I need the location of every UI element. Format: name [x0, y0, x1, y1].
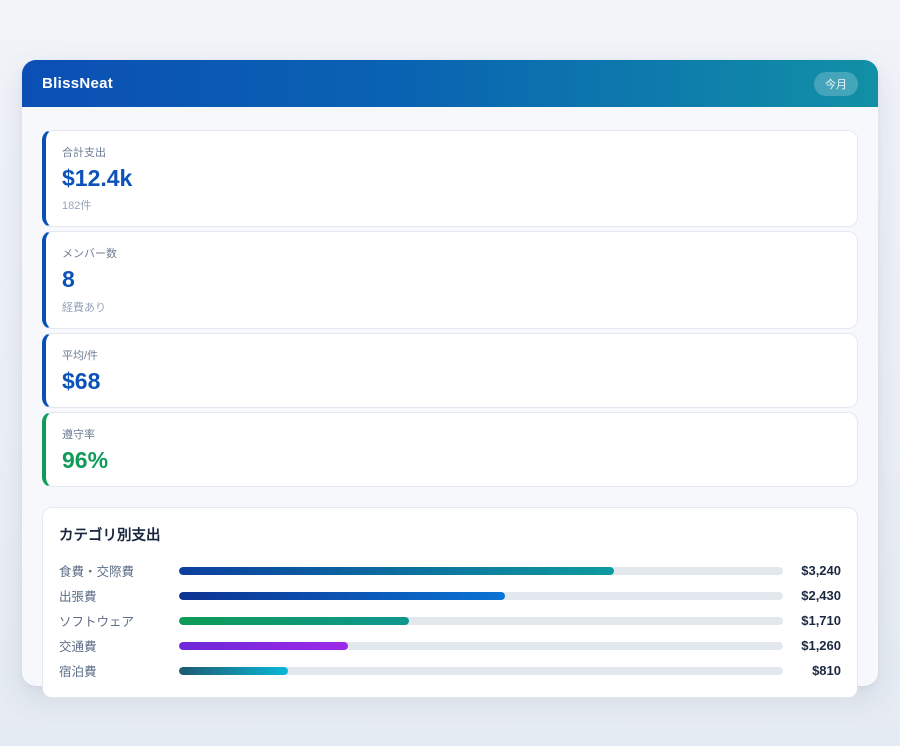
category-bar-fill	[179, 667, 288, 675]
stat-value: 8	[62, 267, 841, 292]
stat-card-compliance-rate: 遵守率 96%	[42, 412, 858, 487]
dashboard-container: BlissNeat 今月 合計支出 $12.4k 182件 メンバー数 8 経費…	[22, 60, 878, 686]
category-row: ソフトウェア $1,710	[59, 608, 841, 633]
stat-sub: 182件	[62, 197, 841, 213]
category-value: $810	[783, 663, 841, 678]
category-bar-track	[179, 667, 783, 675]
category-value: $2,430	[783, 588, 841, 603]
category-bar-fill	[179, 642, 348, 650]
category-value: $3,240	[783, 563, 841, 578]
category-row: 食費・交際費 $3,240	[59, 558, 841, 583]
stat-card-average-per-item: 平均/件 $68	[42, 333, 858, 408]
stat-label: 遵守率	[62, 426, 841, 442]
category-bar-fill	[179, 567, 614, 575]
category-label: 出張費	[59, 586, 179, 605]
category-bar-track	[179, 617, 783, 625]
stat-sub: 経費あり	[62, 299, 841, 315]
dashboard-content: 合計支出 $12.4k 182件 メンバー数 8 経費あり 平均/件 $68 遵…	[22, 107, 878, 698]
category-bar-fill	[179, 592, 505, 600]
category-bar-track	[179, 642, 783, 650]
stat-label: 平均/件	[62, 347, 841, 363]
stat-value: 96%	[62, 448, 841, 473]
category-bar-track	[179, 567, 783, 575]
category-bar-track	[179, 592, 783, 600]
category-label: 食費・交際費	[59, 561, 179, 580]
stat-label: 合計支出	[62, 144, 841, 160]
category-row: 宿泊費 $810	[59, 658, 841, 683]
stat-card-total-spend: 合計支出 $12.4k 182件	[42, 130, 858, 227]
category-label: 交通費	[59, 636, 179, 655]
category-bar-fill	[179, 617, 409, 625]
period-badge[interactable]: 今月	[814, 72, 858, 96]
app-title: BlissNeat	[42, 75, 113, 92]
category-value: $1,260	[783, 638, 841, 653]
category-label: ソフトウェア	[59, 611, 179, 630]
category-spend-card: カテゴリ別支出 食費・交際費 $3,240 出張費 $2,430 ソフトウェア …	[42, 507, 858, 698]
app-header: BlissNeat 今月	[22, 60, 878, 107]
category-row: 交通費 $1,260	[59, 633, 841, 658]
stat-value: $12.4k	[62, 166, 841, 191]
stat-card-member-count: メンバー数 8 経費あり	[42, 231, 858, 328]
stat-label: メンバー数	[62, 245, 841, 261]
category-label: 宿泊費	[59, 661, 179, 680]
category-row: 出張費 $2,430	[59, 583, 841, 608]
stat-value: $68	[62, 369, 841, 394]
category-value: $1,710	[783, 613, 841, 628]
category-card-title: カテゴリ別支出	[59, 524, 841, 545]
